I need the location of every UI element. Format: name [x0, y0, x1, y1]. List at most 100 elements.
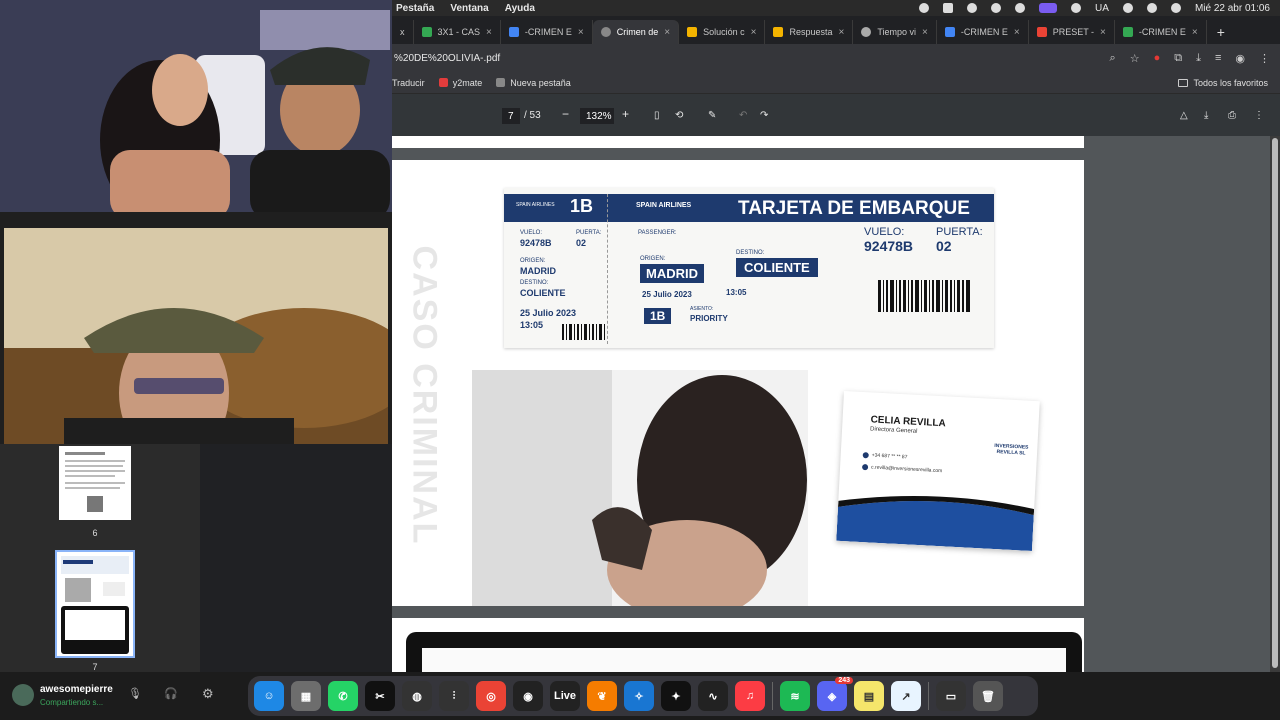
tab-0[interactable]: x [392, 20, 414, 44]
tab-5[interactable]: Respuesta × [765, 20, 854, 44]
vpn-icon[interactable] [1071, 3, 1082, 13]
photo-image [472, 370, 808, 606]
thumbnail-page-6[interactable] [59, 446, 131, 520]
download-icon[interactable]: ⤓ [1196, 52, 1201, 65]
bolt-icon[interactable] [967, 3, 978, 13]
all-bookmarks-folder[interactable]: Todos los favoritos [1178, 78, 1280, 88]
page-number-input[interactable]: 7 [502, 108, 520, 124]
tab-2[interactable]: -CRIMEN E × [501, 20, 593, 44]
new-tab-button[interactable]: + [1207, 20, 1235, 44]
thumbnail-page-7[interactable] [55, 550, 135, 658]
zoom-out-button[interactable]: − [562, 107, 569, 121]
safari-icon[interactable]: ✧ [624, 681, 654, 711]
settings-icon[interactable]: ⚙ [202, 686, 214, 702]
microphone-icon[interactable]: 🎙 [128, 687, 142, 700]
more-options-icon[interactable]: ⋮ [1254, 110, 1264, 121]
kebab-menu-icon[interactable]: ⋮ [1259, 52, 1270, 65]
stocks-icon[interactable]: ↗ [891, 681, 921, 711]
redo-icon[interactable]: ↷ [760, 110, 768, 121]
tab-4[interactable]: Solución c × [679, 20, 766, 44]
bookmark-nueva-pestana[interactable]: Nueva pestaña [496, 78, 571, 88]
drive-save-icon[interactable]: △ [1180, 110, 1188, 121]
close-icon[interactable]: × [922, 27, 928, 38]
asiento-label: ASIENTO: [690, 306, 714, 312]
scrollbar-thumb[interactable] [1272, 138, 1278, 668]
menu-pestana[interactable]: Pestaña [396, 3, 434, 14]
window-preview-icon[interactable]: ▭ [936, 681, 966, 711]
close-icon[interactable]: × [751, 27, 757, 38]
tab-9[interactable]: -CRIMEN E × [1115, 20, 1207, 44]
pdf-scrollbar[interactable] [1270, 136, 1280, 672]
menu-ventana[interactable]: Ventana [450, 3, 488, 14]
headphones-icon[interactable]: 🎧 [164, 687, 178, 700]
app-tray-icon[interactable] [943, 3, 954, 13]
profile-avatar-icon[interactable]: ◉ [1235, 52, 1245, 65]
fit-page-icon[interactable]: ▯ [654, 110, 660, 121]
dock-separator [772, 682, 773, 710]
media-icon[interactable]: ≡ [1215, 52, 1221, 64]
settings-tray-icon[interactable] [991, 3, 1002, 13]
whatsapp-icon[interactable]: ✆ [328, 681, 358, 711]
tidal-icon[interactable]: ✦ [661, 681, 691, 711]
tab-3-active[interactable]: Crimen de × [592, 20, 680, 44]
tab-1[interactable]: 3X1 - CAS × [414, 20, 501, 44]
destino-value: COLIENTE [736, 258, 818, 277]
tab-8[interactable]: PRESET - × [1029, 20, 1115, 44]
mixer-icon[interactable]: ⫶ [439, 681, 469, 711]
tab-6[interactable]: Tiempo vi × [853, 20, 937, 44]
bookmark-y2mate[interactable]: y2mate [438, 78, 482, 88]
close-icon[interactable]: × [838, 27, 844, 38]
launchpad-icon[interactable]: ▦ [291, 681, 321, 711]
music-icon[interactable]: ♫ [735, 681, 765, 711]
finder-icon[interactable]: ☺ [254, 681, 284, 711]
record-extension-icon[interactable]: ● [1154, 52, 1161, 64]
close-icon[interactable]: × [1192, 27, 1198, 38]
app-icon[interactable]: ◍ [402, 681, 432, 711]
capcut-icon[interactable]: ✂ [365, 681, 395, 711]
record-icon[interactable] [919, 3, 930, 13]
stub-time: 13:05 [520, 320, 544, 330]
battery-icon[interactable] [1122, 3, 1133, 13]
stub-vuelo-label: VUELO: [520, 230, 543, 236]
stub-barcode [562, 324, 605, 340]
zoom-icon[interactable]: ⌕ [1110, 52, 1116, 65]
print-icon[interactable]: ⎙ [1228, 110, 1236, 121]
fl-studio-icon[interactable]: ❦ [587, 681, 617, 711]
zoom-in-button[interactable]: + [622, 107, 629, 121]
url-field[interactable]: %20DE%20OLIVIA-.pdf [392, 53, 500, 64]
wifi-icon[interactable] [1146, 3, 1157, 13]
close-icon[interactable]: × [1014, 27, 1020, 38]
passenger-label: PASSENGER: [638, 230, 677, 236]
menu-ayuda[interactable]: Ayuda [505, 3, 535, 14]
clock[interactable]: Mié 22 abr 01:06 [1195, 3, 1270, 14]
notes-icon[interactable]: ▤ [854, 681, 884, 711]
search-icon[interactable] [1170, 3, 1181, 13]
annotate-icon[interactable]: ✎ [708, 110, 716, 121]
flight-time: 13:05 [726, 288, 747, 297]
undo-icon[interactable]: ↶ [739, 110, 747, 121]
bookmark-traducir[interactable]: Traducir [392, 78, 425, 88]
play-icon[interactable] [1015, 3, 1026, 13]
avatar[interactable] [12, 684, 34, 706]
rotate-icon[interactable]: ⟲ [675, 110, 683, 121]
trash-icon[interactable]: 🗑 [973, 681, 1003, 711]
seat-value: 1B [644, 308, 672, 324]
chrome-icon[interactable]: ◎ [476, 681, 506, 711]
keyboard-layout[interactable]: UA [1095, 3, 1109, 14]
close-icon[interactable]: × [664, 27, 670, 38]
close-icon[interactable]: × [486, 27, 492, 38]
waveform-icon[interactable]: ∿ [698, 681, 728, 711]
screen-share-icon[interactable] [1039, 3, 1058, 13]
discord-icon[interactable]: ◈ 243 [817, 677, 853, 711]
extensions-icon[interactable]: ⧉ [1174, 52, 1182, 65]
zoom-level-input[interactable]: 132% [580, 108, 614, 124]
tab-7[interactable]: -CRIMEN E × [937, 20, 1029, 44]
close-icon[interactable]: × [1100, 27, 1106, 38]
folder-icon [1178, 78, 1189, 87]
bookmark-star-icon[interactable]: ☆ [1130, 52, 1140, 65]
close-icon[interactable]: × [578, 27, 584, 38]
spotify-icon[interactable]: ≋ [780, 681, 810, 711]
ableton-live-icon[interactable]: Live [550, 681, 580, 711]
download-pdf-icon[interactable]: ⤓ [1204, 110, 1208, 121]
obs-icon[interactable]: ◉ [513, 681, 543, 711]
